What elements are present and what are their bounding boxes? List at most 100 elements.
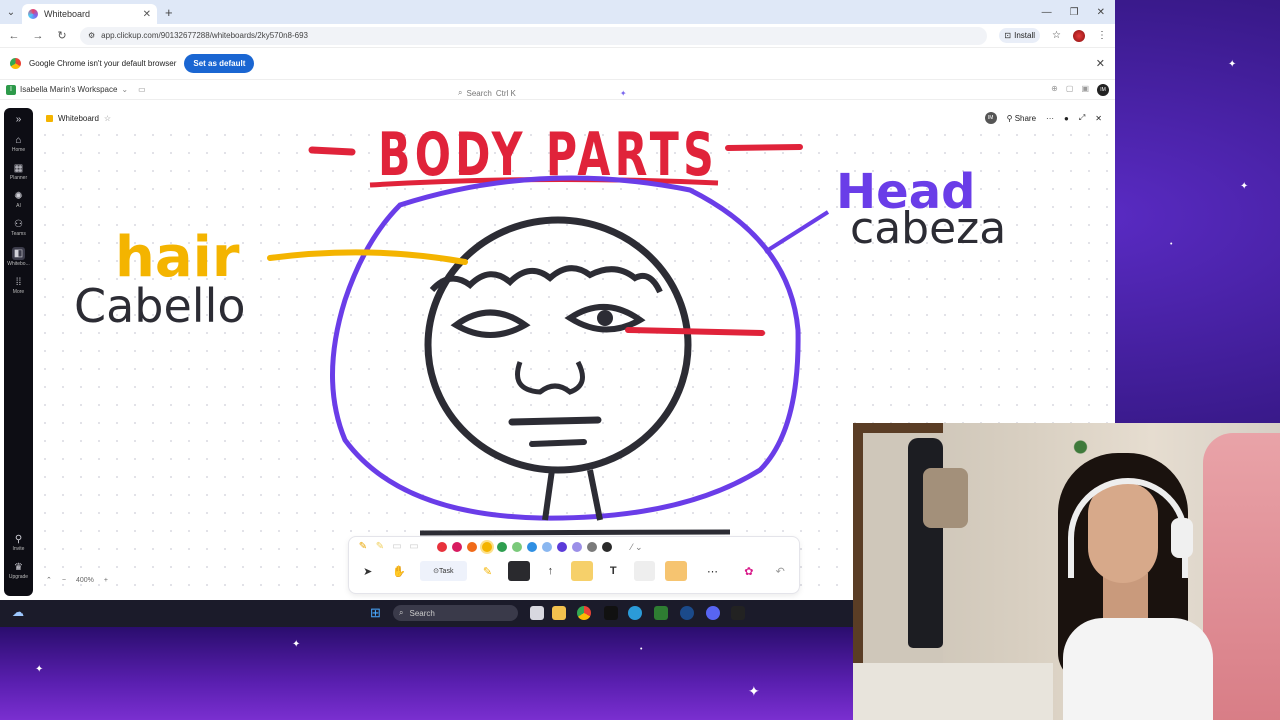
sidebar-item-planner[interactable]: ▦ Planner <box>10 163 27 181</box>
collaborator-avatar[interactable]: IM <box>984 112 997 124</box>
user-avatar[interactable]: IM <box>1097 83 1109 96</box>
color-swatch-light-green[interactable] <box>512 542 522 552</box>
close-window-icon[interactable]: ✕ <box>1097 7 1105 18</box>
color-swatch-blue[interactable] <box>527 542 537 552</box>
sidebar-item-teams[interactable]: ⚇ Teams <box>11 219 26 237</box>
highlighter-icon[interactable]: ✎ <box>374 541 386 553</box>
ai-sparkle-icon[interactable]: ✦ <box>620 89 627 98</box>
text-tool-button[interactable]: T <box>603 561 624 581</box>
epic-games-icon[interactable] <box>731 606 745 620</box>
sidebar-item-home[interactable]: ⌂ Home <box>12 135 25 153</box>
pen-tool-button[interactable]: ✎ <box>477 561 498 581</box>
color-swatch-orange[interactable] <box>467 542 477 552</box>
window-controls: — ❐ ✕ <box>1042 7 1115 18</box>
discord-icon[interactable] <box>706 606 720 620</box>
screen-icon[interactable]: ▣ <box>1081 84 1089 96</box>
windows-start-icon[interactable]: ⊞ <box>370 605 381 621</box>
tab-search-icon[interactable]: ⌄ <box>0 7 22 18</box>
expand-icon[interactable]: ⤢ <box>1079 113 1085 123</box>
sidebar-item-whiteboard[interactable]: ◧ Whitebo... <box>7 247 30 267</box>
sidebar-item-ai[interactable]: ✺ AI <box>14 191 22 209</box>
color-swatch-pink[interactable] <box>452 542 462 552</box>
taskbar-search-placeholder: Search <box>409 608 435 618</box>
sidebar-item-label: More <box>12 289 25 295</box>
edge-icon[interactable] <box>628 606 642 620</box>
stroke-width-icon[interactable]: ⁄ ⌄ <box>631 542 643 553</box>
templates-tool-icon[interactable]: ✿ <box>738 561 759 581</box>
chrome-taskbar-icon[interactable] <box>577 606 591 620</box>
task-view-icon[interactable] <box>530 606 544 620</box>
taskbar-search[interactable]: ⌕ Search <box>393 605 518 621</box>
sidebar-toggle[interactable]: » <box>16 114 22 125</box>
doc-icon[interactable]: ▢ <box>1066 84 1074 96</box>
page-title[interactable]: Whiteboard <box>58 114 99 123</box>
new-tab-icon[interactable]: + <box>165 5 173 20</box>
record-icon[interactable]: ● <box>1064 114 1069 123</box>
chrome-menu-icon[interactable]: ⋮ <box>1097 30 1107 41</box>
steam-icon[interactable] <box>680 606 694 620</box>
zoom-in-button[interactable]: + <box>104 577 108 584</box>
maximize-icon[interactable]: ❐ <box>1070 7 1079 18</box>
task-tool-button[interactable]: ⊙ Task <box>419 561 467 581</box>
color-swatch-light-blue[interactable] <box>542 542 552 552</box>
color-swatch-purple[interactable] <box>557 542 567 552</box>
bookmark-star-icon[interactable]: ☆ <box>1052 30 1061 41</box>
minimize-icon[interactable]: — <box>1042 7 1052 18</box>
favorite-star-icon[interactable]: ☆ <box>104 114 111 123</box>
shape-eraser-icon[interactable]: ▭ <box>408 541 420 553</box>
install-button[interactable]: ⊡ Install <box>999 28 1041 43</box>
select-cursor-icon[interactable]: ➤ <box>357 561 378 581</box>
workspace-name[interactable]: Isabella Marin's Workspace <box>20 85 117 94</box>
file-explorer-icon[interactable] <box>552 606 566 620</box>
search-icon: ⌕ <box>458 88 463 97</box>
plus-circle-icon[interactable]: ⊕ <box>1051 84 1058 96</box>
sticky-note-icon[interactable] <box>571 561 593 581</box>
arrow-tool-icon[interactable]: ↑ <box>540 561 561 581</box>
profile-avatar[interactable] <box>1073 29 1085 42</box>
clickup-favicon-icon <box>28 9 38 19</box>
color-swatch-yellow[interactable] <box>482 542 492 552</box>
hand-icon[interactable]: ✋ <box>388 561 409 581</box>
site-info-icon[interactable]: ⚙ <box>88 31 95 40</box>
card-tool-icon[interactable] <box>633 561 656 581</box>
weather-icon[interactable]: ☁ <box>12 605 24 619</box>
color-swatch-red[interactable] <box>437 542 447 552</box>
sidebar-item-label: Whitebo... <box>7 261 30 267</box>
reload-icon[interactable]: ↻ <box>56 29 68 42</box>
more-options-icon[interactable]: ··· <box>1046 114 1054 123</box>
app-taskbar-icon[interactable] <box>604 606 618 620</box>
close-icon[interactable]: ✕ <box>1095 114 1102 123</box>
back-icon[interactable]: ← <box>8 30 20 42</box>
color-swatch-black[interactable] <box>602 542 612 552</box>
forward-icon[interactable]: → <box>32 30 44 42</box>
close-infobar-icon[interactable]: ✕ <box>1096 57 1105 70</box>
star: ✦ <box>35 664 44 675</box>
pen-tool-icon[interactable]: ✎ <box>357 541 369 553</box>
sidebar-item-upgrade[interactable]: ♛ Upgrade <box>9 562 28 580</box>
zoom-out-button[interactable]: − <box>62 577 66 584</box>
shape-tool-icon[interactable] <box>508 561 530 581</box>
image-tool-icon[interactable] <box>665 561 687 581</box>
global-search[interactable]: ⌕ Search Ctrl K ✦ <box>458 88 627 98</box>
url-field[interactable]: ⚙ app.clickup.com/90132677288/whiteboard… <box>80 26 988 45</box>
color-swatch-green[interactable] <box>497 542 507 552</box>
diagram-tool-icon[interactable]: ⋯ <box>697 561 728 581</box>
app-green-icon[interactable] <box>654 606 668 620</box>
set-as-default-button[interactable]: Set as default <box>184 54 255 73</box>
undo-icon[interactable]: ↶ <box>770 561 791 581</box>
calendar-icon[interactable]: ▭ <box>138 85 146 94</box>
close-tab-icon[interactable]: ✕ <box>143 9 151 20</box>
sidebar-item-label: AI <box>16 203 21 209</box>
share-button[interactable]: ⚲ Share <box>1007 114 1036 123</box>
headset-earcup <box>1171 518 1193 558</box>
color-swatch-lavender[interactable] <box>572 542 582 552</box>
fit-icon[interactable]: ⌃ <box>46 576 52 584</box>
sidebar-item-invite[interactable]: ⚲ Invite <box>13 534 25 552</box>
install-label: Install <box>1014 31 1036 40</box>
chevron-down-icon[interactable]: ⌄ <box>121 85 128 94</box>
tab-whiteboard[interactable]: Whiteboard ✕ <box>22 4 157 24</box>
sidebar-item-more[interactable]: ⁞⁞ More <box>13 277 24 295</box>
address-bar-row: ← → ↻ ⚙ app.clickup.com/90132677288/whit… <box>0 24 1115 48</box>
eraser-icon[interactable]: ▭ <box>391 541 403 553</box>
color-swatch-gray[interactable] <box>587 542 597 552</box>
